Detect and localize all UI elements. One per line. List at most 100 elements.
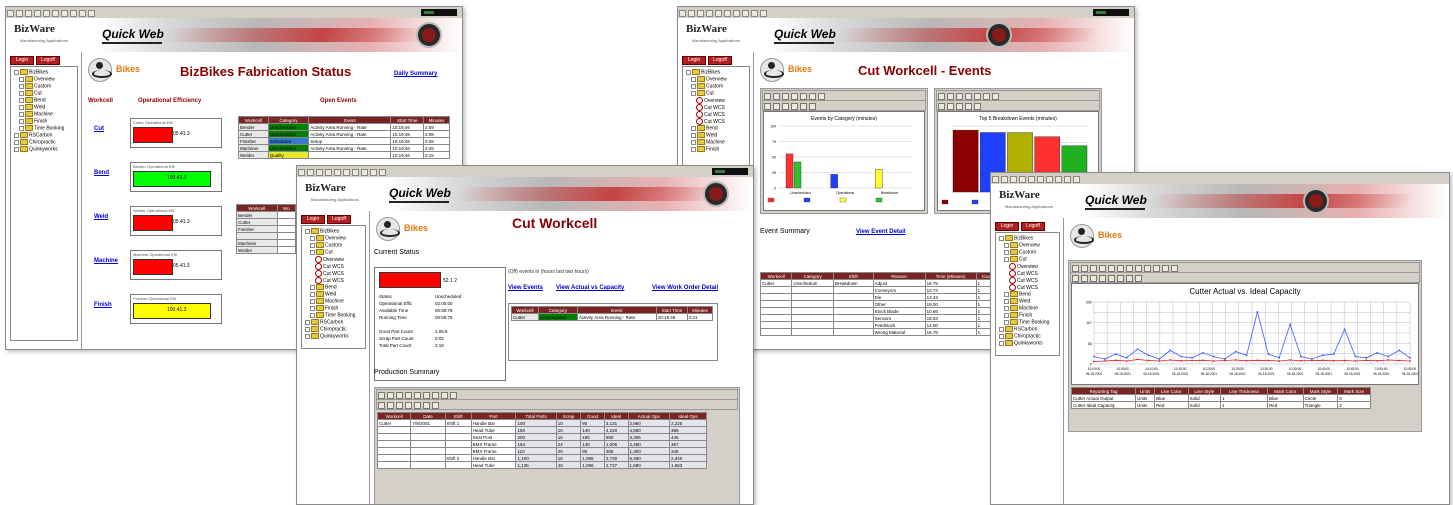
column-header[interactable]: Category: [791, 272, 834, 280]
view-work-order-link[interactable]: View Work Order Detail: [652, 285, 718, 291]
stop-icon[interactable]: [1010, 176, 1017, 183]
forward-icon[interactable]: [688, 10, 695, 17]
tree-node[interactable]: Cut WCS: [999, 270, 1057, 277]
tree-node[interactable]: Bend: [305, 284, 363, 291]
back-icon[interactable]: [7, 10, 14, 17]
mail-icon[interactable]: [1064, 176, 1071, 183]
tree-node[interactable]: Quinkyworks: [305, 333, 363, 340]
logoff-button[interactable]: Logoff: [1021, 222, 1045, 231]
table-row[interactable]: Welder: [236, 246, 297, 254]
stop-icon[interactable]: [697, 10, 704, 17]
tree-node[interactable]: RSCarbon: [999, 326, 1057, 333]
tree-node[interactable]: Custom: [14, 83, 75, 90]
column-header[interactable]: Start Time: [390, 116, 424, 124]
home-icon[interactable]: [43, 10, 50, 17]
tree-node[interactable]: Chiropractic: [305, 326, 363, 333]
column-header[interactable]: Event: [576, 306, 657, 314]
column-header[interactable]: Workcell: [511, 306, 539, 314]
tree-node[interactable]: Chiropractic: [999, 333, 1057, 340]
table-row[interactable]: Bender Unscheduled Activity Area Running -…: [238, 123, 451, 131]
login-button[interactable]: Login: [682, 56, 706, 65]
column-header[interactable]: Line Color: [1154, 387, 1189, 395]
column-header[interactable]: Wo: [276, 204, 297, 212]
tree-node[interactable]: Cut: [999, 256, 1057, 263]
logoff-button[interactable]: Logoff: [708, 56, 732, 65]
grid-toolbar[interactable]: [376, 399, 738, 410]
tree-node[interactable]: Time Booking: [14, 125, 75, 132]
table-row[interactable]: Machiner Unscheduled Activity Area Running…: [238, 144, 451, 152]
tree-node[interactable]: BizBikes: [999, 235, 1057, 242]
table-row[interactable]: Seat Post 200 15 185 550 3,305 445: [376, 433, 708, 441]
tree-node[interactable]: RSCarbon: [305, 319, 363, 326]
tree-node[interactable]: Finish: [14, 118, 75, 125]
favorites-icon[interactable]: [352, 169, 359, 176]
column-header[interactable]: Reporting Tag: [1070, 387, 1137, 395]
table-row[interactable]: Machiner: [236, 239, 297, 247]
tree-node[interactable]: Chiropractic: [14, 139, 75, 146]
table-row[interactable]: Head Tube 150 10 140 4,240 4,850 386: [376, 426, 708, 434]
tree-node[interactable]: Cut WCS: [305, 270, 363, 277]
tree-node[interactable]: Weld: [999, 298, 1057, 305]
tree-node[interactable]: Quinkyworks: [999, 340, 1057, 347]
tree-node[interactable]: Bend: [999, 291, 1057, 298]
tree-node[interactable]: Weld: [14, 104, 75, 111]
column-header[interactable]: Workcell: [238, 116, 269, 124]
tree-node[interactable]: BizBikes: [686, 69, 747, 76]
workcell-link-weld[interactable]: Weld: [94, 214, 108, 220]
column-header[interactable]: Mark Color: [1266, 387, 1304, 395]
search-icon[interactable]: [724, 10, 731, 17]
column-header[interactable]: Actual Ops: [627, 412, 670, 420]
history-icon[interactable]: [742, 10, 749, 17]
column-header[interactable]: Workcell: [236, 204, 278, 212]
tree-node[interactable]: Time Booking: [999, 319, 1057, 326]
table-row[interactable]: Wrong Material 18.75 1: [759, 328, 1001, 336]
tree-node[interactable]: Weld: [305, 291, 363, 298]
table-row[interactable]: Stock Blade 10.66 1: [759, 307, 1001, 315]
table-row[interactable]: Finisher: [236, 225, 297, 233]
history-icon[interactable]: [70, 10, 77, 17]
column-header[interactable]: Total Parts: [515, 412, 557, 420]
tree-node[interactable]: Cut WCS: [686, 111, 747, 118]
print-icon[interactable]: [88, 10, 95, 17]
search-icon[interactable]: [343, 169, 350, 176]
column-header[interactable]: Event: [308, 116, 392, 124]
forward-icon[interactable]: [1001, 176, 1008, 183]
column-header[interactable]: Workcell: [759, 272, 793, 280]
back-icon[interactable]: [992, 176, 999, 183]
column-header[interactable]: Time (Minutes): [924, 272, 977, 280]
favorites-icon[interactable]: [733, 10, 740, 17]
workcell-link-bend[interactable]: Bend: [94, 170, 109, 176]
tree-node[interactable]: Cut: [14, 90, 75, 97]
refresh-icon[interactable]: [34, 10, 41, 17]
tree-node[interactable]: RSCarbon: [14, 132, 75, 139]
print-icon[interactable]: [1073, 176, 1080, 183]
history-icon[interactable]: [361, 169, 368, 176]
tree-node[interactable]: BizBikes: [305, 228, 363, 235]
history-icon[interactable]: [1055, 176, 1062, 183]
table-row[interactable]: Shift 2 Handle Bar 1,100 15 1,085 3,730 5,480 2…: [376, 454, 708, 462]
table-row[interactable]: BMX Frame 110 20 90 365 1,300 345: [376, 447, 708, 455]
table-row[interactable]: Other 18.00 1: [759, 300, 1001, 308]
forward-icon[interactable]: [16, 10, 23, 17]
tree-node[interactable]: Cut WCS: [305, 277, 363, 284]
mail-icon[interactable]: [751, 10, 758, 17]
column-header[interactable]: Line Thickness: [1220, 387, 1268, 395]
nav-tree[interactable]: BizBikes Overview Custom Cut Overview Cu…: [301, 225, 366, 349]
column-header[interactable]: Date: [410, 412, 446, 420]
favorites-icon[interactable]: [1046, 176, 1053, 183]
tree-node[interactable]: Time Booking: [305, 312, 363, 319]
home-icon[interactable]: [715, 10, 722, 17]
tree-node[interactable]: Custom: [999, 249, 1057, 256]
table-row[interactable]: Feedstock 14.00 1: [759, 321, 1001, 329]
column-header[interactable]: Category: [267, 116, 310, 124]
tree-node[interactable]: Cut WCS: [999, 284, 1057, 291]
legend-row[interactable]: Cutter Actual Output Units Blue Solid 1 Blue C…: [1070, 394, 1371, 402]
column-header[interactable]: Minutes: [422, 116, 451, 124]
tree-node[interactable]: Machine: [14, 111, 75, 118]
tree-node[interactable]: Overview: [999, 242, 1057, 249]
favorites-icon[interactable]: [61, 10, 68, 17]
table-row[interactable]: Cutter: [236, 218, 297, 226]
table-row[interactable]: Head Tube 1,136 40 1,096 2,737 1,680 1,663: [376, 461, 708, 469]
back-icon[interactable]: [679, 10, 686, 17]
workcell-link-machine[interactable]: Machine: [94, 258, 118, 264]
